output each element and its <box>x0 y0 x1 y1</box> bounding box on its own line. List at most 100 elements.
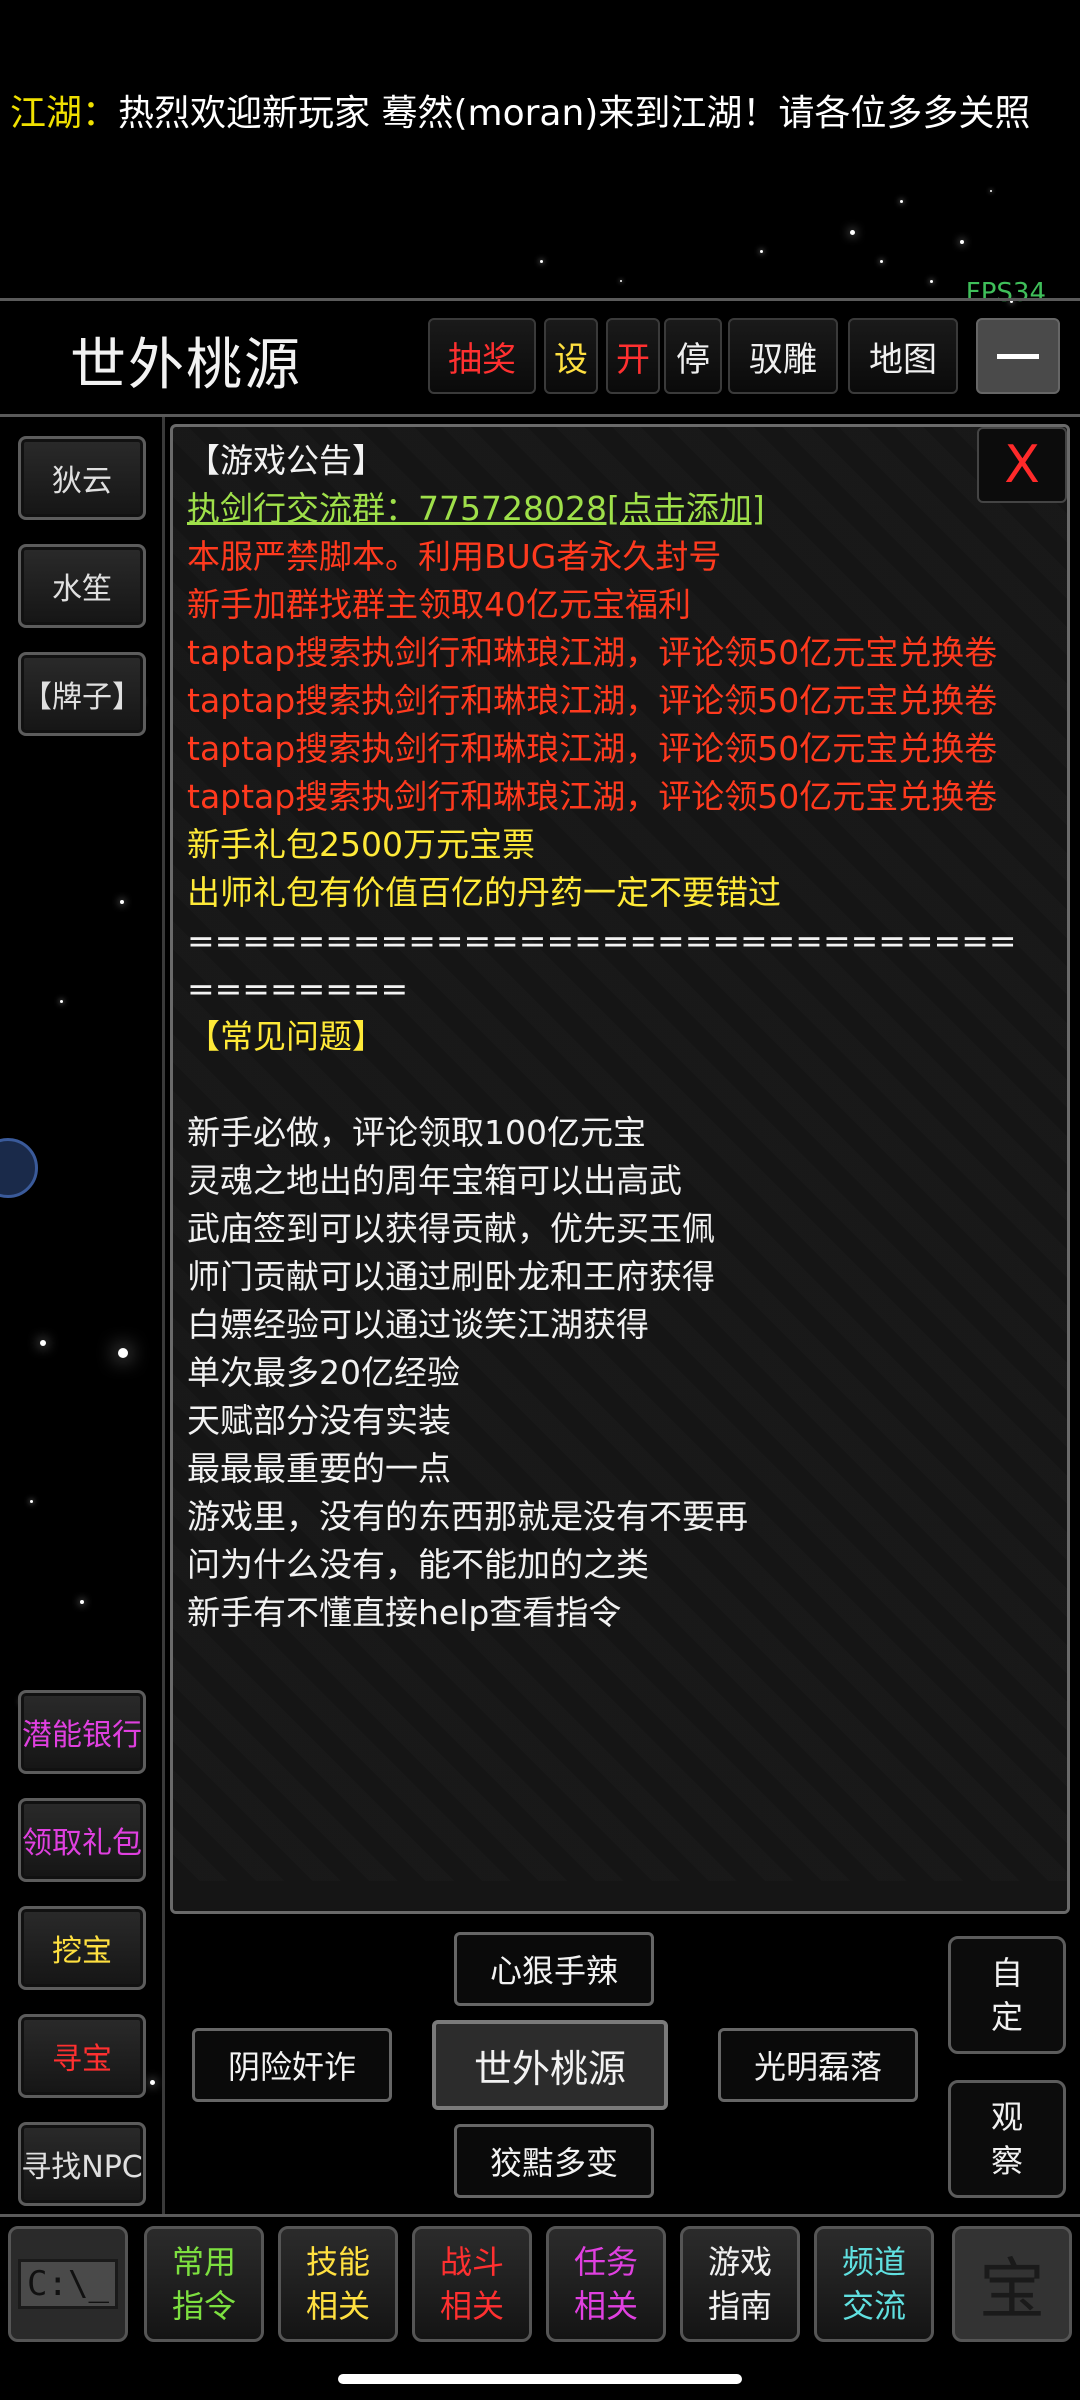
tab-label-line2: 指南 <box>707 2287 772 2325</box>
close-button[interactable]: X <box>977 427 1067 503</box>
tab-label: 常用 指令 <box>172 2240 236 2328</box>
bottom-toolbar: C:\_ 常用 指令 技能 相关 战斗 相关 任务相关 游戏指南 频道 交流 宝 <box>0 2226 1080 2346</box>
star <box>880 260 883 263</box>
exit-south-label: 狡黠多变 <box>489 2144 618 2182</box>
current-room-button[interactable]: 世外桃源 <box>432 2020 668 2110</box>
command-input-button[interactable]: C:\_ <box>8 2226 128 2342</box>
start-button[interactable]: 开 <box>606 318 660 394</box>
combat-button[interactable]: 战斗 相关 <box>412 2226 532 2342</box>
exit-west-label: 阴险奸诈 <box>227 2048 356 2086</box>
exit-south-button[interactable]: 狡黠多变 <box>454 2124 654 2198</box>
npc-button-shuisheng[interactable]: 水笙 <box>18 544 146 628</box>
observe-button[interactable]: 观察 <box>948 2080 1066 2198</box>
announcement-text: 【游戏公告】执剑行交流群：775728028[点击添加] 本服严禁脚本。利用BUG… <box>187 437 1039 1637</box>
exit-west-button[interactable]: 阴险奸诈 <box>192 2028 392 2102</box>
star <box>120 900 124 904</box>
notice-line: 本服严禁脚本。利用BUG者永久封号 <box>187 537 722 576</box>
collapse-button[interactable] <box>976 318 1060 394</box>
notice-line: 游戏里，没有的东西那就是没有不要再 <box>187 1497 748 1536</box>
tab-label-line1: 任务 <box>573 2243 638 2281</box>
star <box>40 1340 46 1346</box>
star <box>900 200 903 203</box>
exit-north-button[interactable]: 心狠手辣 <box>454 1932 654 2006</box>
claim-gift-label: 领取礼包 <box>22 1826 142 1861</box>
tab-label-line2: 相关 <box>439 2287 504 2325</box>
home-indicator <box>338 2374 742 2384</box>
star <box>30 1500 33 1503</box>
notice-line: 灵魂之地出的周年宝箱可以出高武 <box>187 1161 682 1200</box>
custom-button[interactable]: 自定 <box>948 1936 1066 2054</box>
notice-line: 师门贡献可以通过刷卧龙和王府获得 <box>187 1257 715 1296</box>
skills-button[interactable]: 技能 相关 <box>278 2226 398 2342</box>
dig-treasure-button[interactable]: 挖宝 <box>18 1906 146 1990</box>
stop-button[interactable]: 停 <box>664 318 722 394</box>
potential-bank-label: 潜能银行 <box>22 1718 142 1753</box>
tab-label-line2: 交流 <box>841 2287 906 2325</box>
ride-eagle-button[interactable]: 驭雕 <box>728 318 838 394</box>
quests-button[interactable]: 任务 相关 <box>546 2226 666 2342</box>
exit-east-label: 光明磊落 <box>753 2048 882 2086</box>
announcement-panel[interactable]: 【游戏公告】执剑行交流群：775728028[点击添加] 本服严禁脚本。利用BUG… <box>170 424 1070 1914</box>
observe-label: 观察 <box>990 2098 1023 2180</box>
start-label: 开 <box>616 339 650 380</box>
notice-line: taptap搜索执剑行和琳琅江湖，评论领50亿元宝兑换卷 <box>187 777 998 816</box>
notice-line: 武庙签到可以获得贡献，优先买玉佩 <box>187 1209 715 1248</box>
tab-label-line1: 游戏 <box>707 2243 772 2281</box>
find-npc-button[interactable]: 寻找NPC <box>18 2122 146 2206</box>
map-label: 地图 <box>869 339 937 380</box>
ticker-channel: 江湖： <box>10 93 119 134</box>
group-link[interactable]: 执剑行交流群：775728028[点击添加] <box>187 485 1039 533</box>
current-room-label: 世外桃源 <box>473 2046 626 2091</box>
seek-treasure-label: 寻宝 <box>52 2042 112 2077</box>
floating-assist-ball[interactable] <box>0 1138 38 1198</box>
settings-button[interactable]: 设 <box>544 318 598 394</box>
game-guide-button[interactable]: 游戏 指南 <box>680 2226 800 2342</box>
common-commands-button[interactable]: 常用 指令 <box>144 2226 264 2342</box>
notice-line: 最最最重要的一点 <box>187 1449 451 1488</box>
treasure-icon: 宝 <box>979 2251 1045 2328</box>
notice-line: taptap搜索执剑行和琳琅江湖，评论领50亿元宝兑换卷 <box>187 681 998 720</box>
tab-label-line2: 相关 <box>573 2287 638 2325</box>
system-ticker: 江湖：热烈欢迎新玩家 蓦然(moran)来到江湖！请各位多多关照 <box>10 84 1080 144</box>
ride-eagle-label: 驭雕 <box>749 339 817 380</box>
star <box>960 240 964 244</box>
tab-label: 游戏 指南 <box>708 2240 772 2328</box>
star <box>118 1348 128 1358</box>
star <box>760 250 763 253</box>
notice-line: 【游戏公告】 <box>187 441 385 480</box>
claim-gift-button[interactable]: 领取礼包 <box>18 1798 146 1882</box>
star <box>990 190 992 192</box>
room-exits: 心狠手辣 阴险奸诈 世外桃源 光明磊落 狡黠多变 <box>170 1920 1070 2220</box>
tab-label: 任务 相关 <box>574 2240 638 2328</box>
exit-east-button[interactable]: 光明磊落 <box>718 2028 918 2102</box>
settings-label: 设 <box>554 339 588 380</box>
seek-treasure-button[interactable]: 寻宝 <box>18 2014 146 2098</box>
exit-north-label: 心狠手辣 <box>489 1952 618 1990</box>
custom-label: 自定 <box>990 1954 1023 2036</box>
notice-line: 新手有不懂直接help查看指令 <box>187 1593 622 1632</box>
lottery-label: 抽奖 <box>448 339 516 380</box>
npc-button-sign[interactable]: 【牌子】 <box>18 652 146 736</box>
treasure-button[interactable]: 宝 <box>952 2226 1072 2342</box>
notice-line: 新手必做，评论领取100亿元宝 <box>187 1113 646 1152</box>
tab-label: 战斗 相关 <box>440 2240 504 2328</box>
stop-label: 停 <box>676 339 710 380</box>
close-icon: X <box>1004 435 1040 495</box>
divider <box>0 2214 1080 2217</box>
lottery-button[interactable]: 抽奖 <box>428 318 536 394</box>
tab-label: 技能 相关 <box>306 2240 370 2328</box>
terminal-icon: C:\_ <box>18 2259 118 2309</box>
star <box>60 1000 63 1003</box>
npc-button-diyun[interactable]: 狄云 <box>18 436 146 520</box>
panel-bottom-edge <box>173 1881 1067 1911</box>
notice-line: taptap搜索执剑行和琳琅江湖，评论领50亿元宝兑换卷 <box>187 729 998 768</box>
minus-icon <box>997 353 1039 359</box>
map-button[interactable]: 地图 <box>848 318 958 394</box>
column-divider <box>162 417 165 2217</box>
potential-bank-button[interactable]: 潜能银行 <box>18 1690 146 1774</box>
channel-chat-button[interactable]: 频道 交流 <box>814 2226 934 2342</box>
notice-line: 【常见问题】 <box>187 1017 385 1056</box>
tab-label-line2: 指令 <box>171 2287 236 2325</box>
divider <box>0 298 1080 301</box>
npc-label: 【牌子】 <box>22 680 142 715</box>
